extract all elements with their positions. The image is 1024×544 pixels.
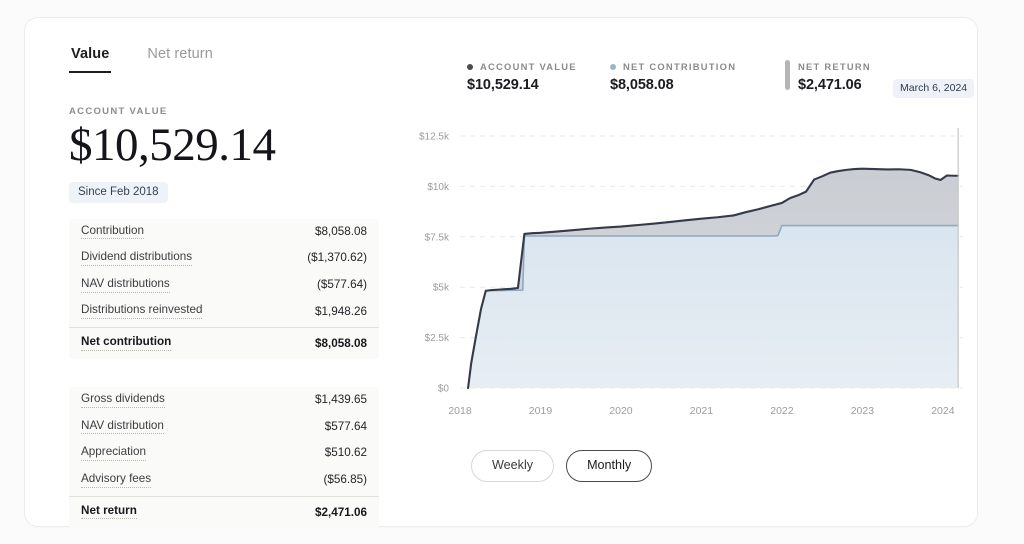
row-value: ($1,370.62) — [307, 245, 367, 272]
svg-text:2022: 2022 — [770, 405, 794, 417]
legend-dot-icon — [467, 64, 473, 70]
row-value: $510.62 — [325, 440, 367, 467]
row-value: $8,058.08 — [315, 328, 367, 359]
row-value: $8,058.08 — [315, 219, 367, 246]
svg-text:2019: 2019 — [529, 405, 553, 417]
table-row: Distributions reinvested $1,948.26 — [69, 299, 379, 326]
app-root: Value Net return ACCOUNT VALUE $10,529.1… — [0, 0, 1024, 544]
row-value: $1,439.65 — [315, 387, 367, 414]
table-row: Appreciation $510.62 — [69, 440, 379, 467]
svg-text:2023: 2023 — [851, 405, 875, 417]
chart-x-axis-labels: 2018 2019 2020 2021 2022 2023 2024 — [448, 405, 954, 417]
row-label[interactable]: NAV distribution — [81, 420, 164, 435]
table-row: Gross dividends $1,439.65 — [69, 387, 379, 414]
row-value: ($577.64) — [317, 272, 367, 299]
tab-net-return[interactable]: Net return — [145, 46, 214, 71]
row-label[interactable]: NAV distributions — [81, 278, 170, 293]
row-label[interactable]: Distributions reinvested — [81, 304, 202, 319]
row-label[interactable]: Appreciation — [81, 446, 146, 461]
svg-text:$0: $0 — [438, 384, 450, 395]
chart-plot-area[interactable]: $0$2.5k$5k$7.5k$10k$12.5k 20182019202020… — [405, 126, 975, 426]
chart-legend: ACCOUNT VALUE $10,529.14 NET CONTRIBUTIO… — [467, 60, 871, 93]
net-return-total-row: Net return $2,471.06 — [69, 496, 379, 528]
legend-item-net-contribution: NET CONTRIBUTION $8,058.08 — [610, 60, 785, 93]
row-value: $1,948.26 — [315, 299, 367, 326]
performance-area-chart[interactable]: $0$2.5k$5k$7.5k$10k$12.5k 20182019202020… — [405, 126, 975, 426]
tab-value[interactable]: Value — [69, 46, 111, 73]
chart-date-tooltip: March 6, 2024 — [893, 79, 974, 98]
granularity-toggle-group: Weekly Monthly — [471, 450, 652, 482]
panel-tabs: Value Net return — [69, 46, 379, 86]
net-contribution-total-row: Net contribution $8,058.08 — [69, 327, 379, 359]
svg-text:2024: 2024 — [931, 405, 955, 417]
svg-text:2021: 2021 — [690, 405, 714, 417]
svg-text:$12.5k: $12.5k — [419, 132, 450, 143]
svg-text:$5k: $5k — [433, 283, 450, 294]
contribution-table: Contribution $8,058.08 Dividend distribu… — [69, 219, 379, 359]
svg-text:2020: 2020 — [609, 405, 633, 417]
row-value: $577.64 — [325, 414, 367, 441]
svg-text:$10k: $10k — [427, 182, 450, 193]
since-date-badge: Since Feb 2018 — [69, 182, 168, 203]
account-value-amount: $10,529.14 — [69, 120, 379, 171]
row-value: $2,471.06 — [315, 497, 367, 528]
table-row: Contribution $8,058.08 — [69, 219, 379, 246]
legend-label: NET RETURN — [798, 61, 871, 72]
legend-value: $2,471.06 — [798, 77, 871, 93]
legend-dot-icon — [610, 64, 616, 70]
row-value: ($56.85) — [323, 467, 367, 494]
table-row: NAV distribution $577.64 — [69, 414, 379, 441]
net-contribution-area — [468, 226, 958, 388]
legend-label: ACCOUNT VALUE — [480, 61, 577, 72]
legend-bar-icon — [785, 60, 790, 90]
chart-panel: ACCOUNT VALUE $10,529.14 NET CONTRIBUTIO… — [405, 46, 975, 496]
row-label[interactable]: Advisory fees — [81, 473, 151, 488]
legend-value: $8,058.08 — [610, 77, 785, 93]
account-value-kicker: ACCOUNT VALUE — [69, 106, 379, 117]
chart-y-axis-labels: $0 $2.5k $5k $7.5k $10k $12.5k — [419, 132, 450, 395]
return-table: Gross dividends $1,439.65 NAV distributi… — [69, 387, 379, 527]
performance-card: Value Net return ACCOUNT VALUE $10,529.1… — [24, 17, 978, 527]
weekly-button[interactable]: Weekly — [471, 450, 554, 482]
legend-item-net-return: NET RETURN $2,471.06 — [785, 60, 871, 93]
value-summary-panel: Value Net return ACCOUNT VALUE $10,529.1… — [69, 46, 379, 528]
table-row: Dividend distributions ($1,370.62) — [69, 245, 379, 272]
row-label[interactable]: Gross dividends — [81, 393, 165, 408]
svg-text:$2.5k: $2.5k — [425, 333, 450, 344]
row-label[interactable]: Contribution — [81, 225, 144, 240]
row-label[interactable]: Net return — [81, 505, 137, 520]
legend-label: NET CONTRIBUTION — [623, 61, 736, 72]
row-label[interactable]: Net contribution — [81, 336, 171, 351]
svg-text:$7.5k: $7.5k — [425, 232, 450, 243]
legend-item-account-value: ACCOUNT VALUE $10,529.14 — [467, 60, 610, 93]
legend-value: $10,529.14 — [467, 77, 610, 93]
table-row: Advisory fees ($56.85) — [69, 467, 379, 494]
svg-text:2018: 2018 — [448, 405, 472, 417]
table-spacer — [69, 359, 379, 371]
monthly-button[interactable]: Monthly — [566, 450, 652, 482]
table-row: NAV distributions ($577.64) — [69, 272, 379, 299]
row-label[interactable]: Dividend distributions — [81, 251, 192, 266]
